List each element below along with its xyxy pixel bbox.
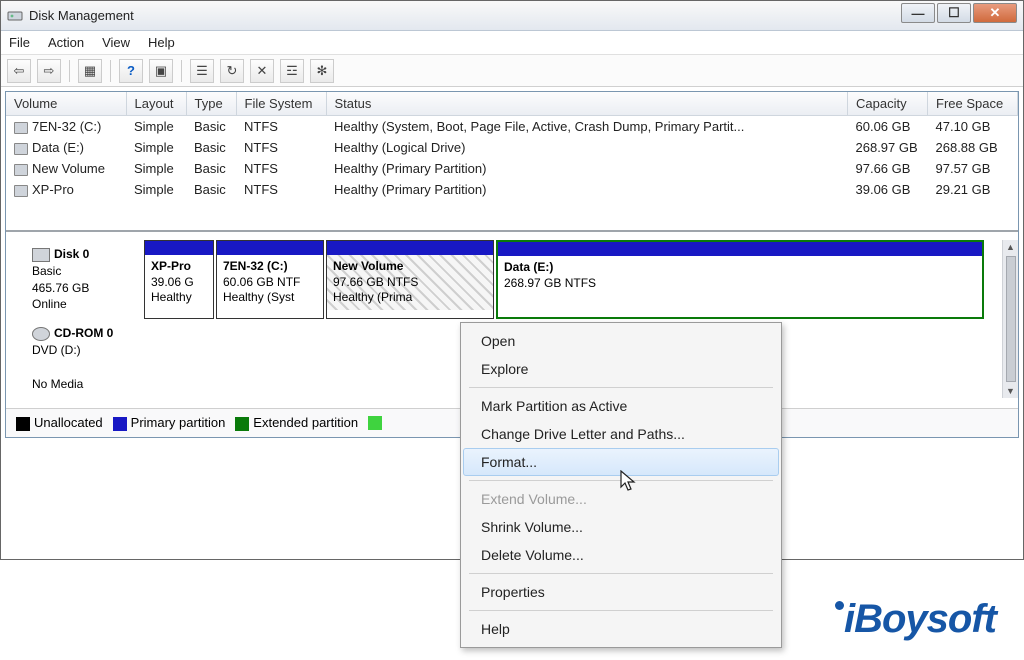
menu-file[interactable]: File: [9, 35, 30, 50]
disk0-size: 465.76 GB: [32, 281, 89, 295]
col-freespace[interactable]: Free Space: [928, 92, 1018, 116]
back-arrow-icon[interactable]: ⇦: [7, 59, 31, 83]
app-icon: [7, 8, 23, 24]
titlebar: Disk Management — ☐ ✕: [1, 1, 1023, 31]
properties-icon[interactable]: ☲: [280, 59, 304, 83]
toolbar: ⇦ ⇨ ▦ ? ▣ ☰ ↻ ✕ ☲ ✻: [1, 55, 1023, 87]
part-size: 39.06 G: [151, 275, 207, 291]
toolbar-divider: [110, 60, 111, 82]
ctx-help[interactable]: Help: [463, 615, 779, 643]
close-button[interactable]: ✕: [973, 3, 1017, 23]
col-volume[interactable]: Volume: [6, 92, 126, 116]
legend-free-swatch: [368, 416, 382, 430]
table-row[interactable]: Data (E:)SimpleBasicNTFSHealthy (Logical…: [6, 137, 1018, 158]
refresh-icon[interactable]: ↻: [220, 59, 244, 83]
volume-icon: [14, 143, 28, 155]
ctx-delete[interactable]: Delete Volume...: [463, 541, 779, 569]
tiles-icon[interactable]: ▦: [78, 59, 102, 83]
ctx-sep: [469, 387, 773, 388]
window-title: Disk Management: [29, 8, 134, 23]
legend-unallocated: Unallocated: [16, 415, 103, 431]
col-filesystem[interactable]: File System: [236, 92, 326, 116]
settings-icon[interactable]: ✻: [310, 59, 334, 83]
cdrom-name: CD-ROM 0: [54, 326, 113, 340]
disk0-type: Basic: [32, 264, 61, 278]
play-icon[interactable]: ▣: [149, 59, 173, 83]
scrollbar[interactable]: ▲ ▼: [1002, 240, 1018, 398]
part-health: Healthy: [151, 290, 207, 306]
table-row[interactable]: XP-ProSimpleBasicNTFSHealthy (Primary Pa…: [6, 179, 1018, 200]
part-name: 7EN-32 (C:): [223, 259, 317, 275]
volume-icon: [14, 185, 28, 197]
legend-primary: Primary partition: [113, 415, 226, 431]
table-row[interactable]: 7EN-32 (C:)SimpleBasicNTFSHealthy (Syste…: [6, 116, 1018, 138]
cdrom-state: No Media: [32, 377, 83, 391]
partition-xp-pro[interactable]: XP-Pro 39.06 G Healthy: [144, 240, 214, 319]
partition-data[interactable]: Data (E:) 268.97 GB NTFS: [496, 240, 984, 319]
disk-row-0: Disk 0 Basic 465.76 GB Online XP-Pro 39.…: [6, 240, 1002, 319]
col-layout[interactable]: Layout: [126, 92, 186, 116]
scroll-thumb[interactable]: [1006, 256, 1016, 382]
table-row[interactable]: New VolumeSimpleBasicNTFSHealthy (Primar…: [6, 158, 1018, 179]
part-name: Data (E:): [504, 260, 976, 276]
col-type[interactable]: Type: [186, 92, 236, 116]
ctx-sep: [469, 610, 773, 611]
disk0-label: Disk 0 Basic 465.76 GB Online: [24, 240, 144, 319]
ctx-properties[interactable]: Properties: [463, 578, 779, 606]
menubar: File Action View Help: [1, 31, 1023, 55]
part-name: XP-Pro: [151, 259, 207, 275]
volumes-table: Volume Layout Type File System Status Ca…: [6, 92, 1018, 200]
disk-icon: [32, 248, 50, 262]
ctx-explore[interactable]: Explore: [463, 355, 779, 383]
ctx-sep: [469, 573, 773, 574]
partition-new-volume[interactable]: New Volume 97.66 GB NTFS Healthy (Prima: [326, 240, 494, 319]
volume-icon: [14, 164, 28, 176]
disk0-partitions: XP-Pro 39.06 G Healthy 7EN-32 (C:) 60.06…: [144, 240, 984, 319]
part-health: Healthy (Syst: [223, 290, 317, 306]
cdrom-icon: [32, 327, 50, 341]
part-size: 268.97 GB NTFS: [504, 276, 976, 292]
scroll-up-icon[interactable]: ▲: [1006, 242, 1015, 252]
help-icon[interactable]: ?: [119, 59, 143, 83]
ctx-change[interactable]: Change Drive Letter and Paths...: [463, 420, 779, 448]
toolbar-divider: [181, 60, 182, 82]
part-size: 60.06 GB NTF: [223, 275, 317, 291]
disk0-state: Online: [32, 297, 67, 311]
menu-help[interactable]: Help: [148, 35, 175, 50]
cdrom-label: CD-ROM 0 DVD (D:) No Media: [24, 319, 144, 398]
part-name: New Volume: [333, 259, 487, 275]
col-status[interactable]: Status: [326, 92, 848, 116]
menu-view[interactable]: View: [102, 35, 130, 50]
ctx-mark[interactable]: Mark Partition as Active: [463, 392, 779, 420]
scroll-down-icon[interactable]: ▼: [1006, 386, 1015, 396]
volume-icon: [14, 122, 28, 134]
col-capacity[interactable]: Capacity: [848, 92, 928, 116]
menu-action[interactable]: Action: [48, 35, 84, 50]
part-health: Healthy (Prima: [333, 290, 487, 306]
list-icon[interactable]: ☰: [190, 59, 214, 83]
window-controls: — ☐ ✕: [901, 3, 1017, 23]
partition-7en-32[interactable]: 7EN-32 (C:) 60.06 GB NTF Healthy (Syst: [216, 240, 324, 319]
cdrom-drive: DVD (D:): [32, 343, 81, 357]
minimize-button[interactable]: —: [901, 3, 935, 23]
forward-arrow-icon[interactable]: ⇨: [37, 59, 61, 83]
ctx-shrink[interactable]: Shrink Volume...: [463, 513, 779, 541]
disk0-name: Disk 0: [54, 247, 89, 261]
toolbar-divider: [69, 60, 70, 82]
maximize-button[interactable]: ☐: [937, 3, 971, 23]
brand-text: iBoysoft: [844, 597, 996, 641]
delete-icon[interactable]: ✕: [250, 59, 274, 83]
part-size: 97.66 GB NTFS: [333, 275, 487, 291]
ctx-open[interactable]: Open: [463, 327, 779, 355]
legend-extended: Extended partition: [235, 415, 358, 431]
cursor-icon: [620, 470, 638, 497]
brand-logo: iBoysoft: [835, 597, 996, 642]
